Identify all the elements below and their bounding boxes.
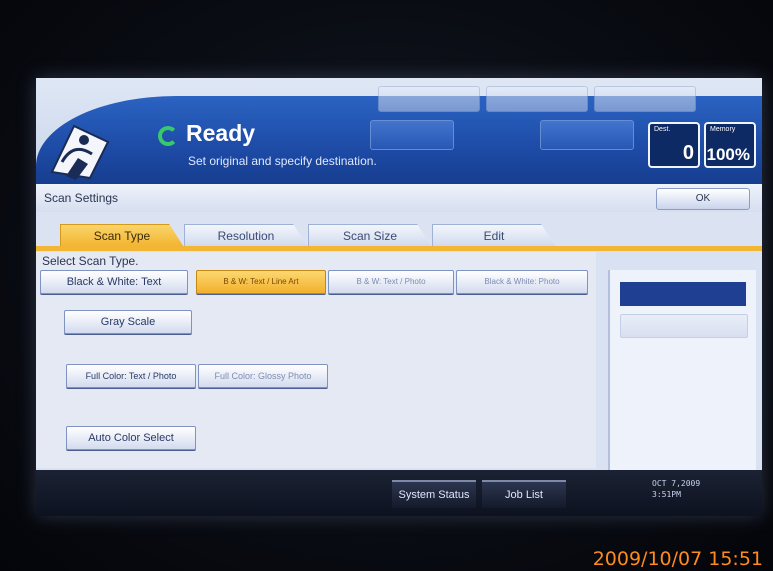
tab-scan-type[interactable]: Scan Type (60, 224, 184, 247)
clock-time: 3:51PM (652, 490, 681, 499)
option-full-color-text-photo[interactable]: Full Color: Text / Photo (66, 364, 196, 388)
settings-tabs: Scan Type Resolution Scan Size Edit (36, 212, 762, 252)
scan-type-prompt: Select Scan Type. (42, 254, 139, 268)
settings-title: Scan Settings (44, 191, 119, 205)
scan-type-panel: Select Scan Type. Black & White: Text B … (36, 252, 596, 468)
summary-highlight[interactable] (620, 282, 746, 306)
tab-underline (36, 246, 762, 251)
option-bw-text[interactable]: Black & White: Text (40, 270, 188, 294)
job-list-button[interactable]: Job List (482, 480, 566, 508)
mode-tabs (378, 86, 696, 112)
scanner-icon (50, 124, 110, 180)
option-bw-text-photo[interactable]: B & W: Text / Photo (328, 270, 454, 294)
status-banner: Ready Set original and specify destinati… (36, 78, 762, 184)
mode-tab[interactable] (486, 86, 588, 112)
option-full-color-glossy-photo[interactable]: Full Color: Glossy Photo (198, 364, 328, 388)
ready-indicator-icon (158, 126, 178, 146)
status-title: Ready (186, 120, 256, 146)
tab-scan-size[interactable]: Scan Size (308, 224, 432, 247)
ok-button[interactable]: OK (656, 188, 750, 210)
option-bw-photo[interactable]: Black & White: Photo (456, 270, 588, 294)
option-bw-text-line-art[interactable]: B & W: Text / Line Art (196, 270, 326, 294)
tab-edit[interactable]: Edit (432, 224, 556, 247)
counters: Dest. 0 Memory 100% (648, 122, 756, 168)
status-message: Set original and specify destination. (188, 154, 377, 168)
option-gray-scale[interactable]: Gray Scale (64, 310, 192, 334)
system-status-button[interactable]: System Status (392, 480, 476, 508)
option-auto-color-select[interactable]: Auto Color Select (66, 426, 196, 450)
mode-tab[interactable] (594, 86, 696, 112)
summary-button[interactable] (620, 314, 748, 338)
clock-date: OCT 7,2009 (652, 479, 701, 488)
settings-header: Scan Settings OK (36, 184, 762, 213)
header-button[interactable] (370, 120, 454, 150)
destination-counter: Dest. 0 (648, 122, 700, 168)
header-button[interactable] (540, 120, 634, 150)
bottom-status-bar: System Status Job List OCT 7,2009 3:51PM (36, 470, 762, 516)
summary-panel (608, 270, 756, 470)
photo-timestamp: 2009/10/07 15:51 (592, 548, 763, 570)
clock: OCT 7,2009 3:51PM (652, 478, 700, 500)
tab-resolution[interactable]: Resolution (184, 224, 308, 247)
mode-tab[interactable] (378, 86, 480, 112)
touch-screen: Ready Set original and specify destinati… (36, 78, 762, 516)
memory-counter: Memory 100% (704, 122, 756, 168)
